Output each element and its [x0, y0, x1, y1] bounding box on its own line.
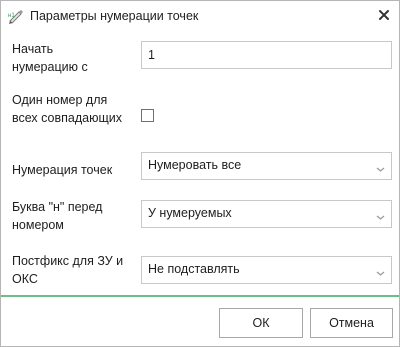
letter-n-label: Буква "н" перед номером — [12, 200, 103, 232]
cancel-button[interactable]: Отмена — [310, 308, 393, 338]
same-number-checkbox[interactable] — [141, 109, 154, 122]
same-number-label: Один номер для всех совпадающих — [12, 93, 122, 125]
window-title: Параметры нумерации точек — [30, 9, 199, 23]
chevron-down-icon — [376, 266, 385, 276]
title-bar: н1 Параметры нумерации точек — [1, 1, 399, 31]
numbering-select-value: Нумеровать все — [148, 158, 242, 172]
letter-n-select-value: У нумеруемых — [148, 206, 232, 220]
ok-button[interactable]: ОК — [219, 308, 303, 338]
svg-text:н1: н1 — [8, 13, 15, 19]
postfix-label: Постфикс для ЗУ и ОКС — [12, 254, 124, 286]
footer-separator — [1, 295, 399, 297]
numbering-label: Нумерация точек — [12, 163, 113, 177]
chevron-down-icon — [376, 162, 385, 172]
letter-n-select[interactable]: У нумеруемых — [141, 200, 392, 228]
start-number-label: Начать нумерацию с — [12, 42, 88, 74]
numbering-select[interactable]: Нумеровать все — [141, 152, 392, 180]
numbering-params-dialog: н1 Параметры нумерации точек Начать нуме… — [0, 0, 400, 347]
postfix-select[interactable]: Не подставлять — [141, 256, 392, 284]
close-icon[interactable] — [375, 6, 393, 24]
chevron-down-icon — [376, 210, 385, 220]
pencil-measure-icon: н1 — [7, 7, 25, 25]
postfix-select-value: Не подставлять — [148, 262, 240, 276]
start-number-field[interactable] — [141, 41, 392, 69]
start-number-input[interactable] — [142, 42, 378, 68]
